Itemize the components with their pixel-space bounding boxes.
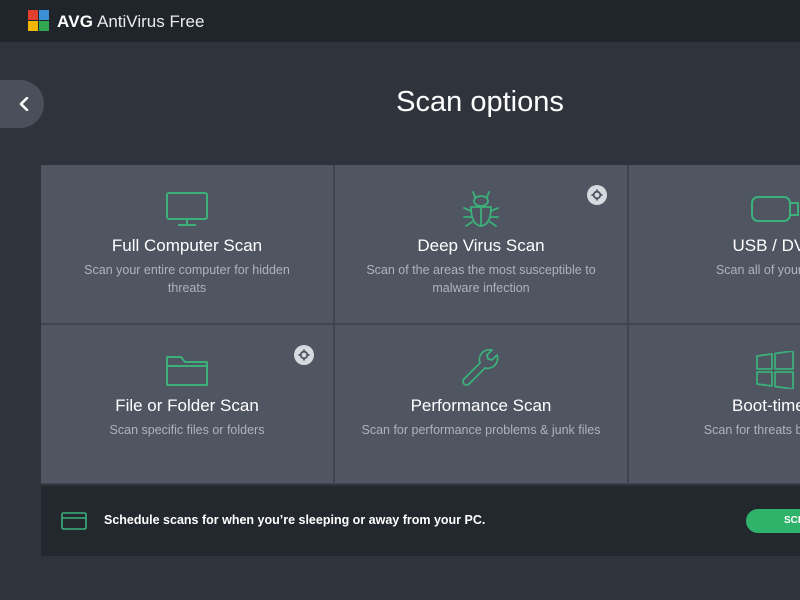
tile-description: Scan all of your remo [649, 261, 800, 279]
tile-description: Scan for threats before W [649, 421, 800, 439]
schedule-button[interactable]: SCH [746, 509, 800, 533]
brand-name: AVG [57, 12, 94, 31]
tile-description: Scan of the areas the most susceptible t… [355, 261, 607, 297]
tile-title: Boot-time s [732, 396, 800, 415]
app-title: AntiVirus Free [97, 12, 205, 31]
windows-icon [756, 351, 794, 389]
tile-title: Full Computer Scan [111, 236, 263, 255]
tile-description: Scan your entire computer for hidden thr… [61, 261, 313, 297]
wrench-icon [462, 349, 499, 386]
tile-description-line: Scan specific files or folders [109, 423, 265, 437]
tile-deep-virus-scan[interactable]: Deep Virus Scan Scan of the areas the mo… [335, 165, 627, 323]
tile-description-line: Scan your entire computer for hidden [84, 263, 290, 277]
tile-description-line: Scan for performance problems & junk fil… [361, 423, 601, 437]
tile-boot-time-scan[interactable]: Boot-time s Scan for threats before W [629, 325, 800, 483]
schedule-text: Schedule scans for when you’re sleeping … [104, 513, 486, 527]
usb-drive-icon [751, 196, 799, 222]
tile-description: Scan specific files or folders [61, 421, 313, 439]
tile-description-line: Scan of the areas the most susceptible t… [366, 263, 596, 277]
file-folder-scan-settings-button[interactable] [294, 345, 314, 365]
tile-title: Deep Virus Scan [417, 236, 545, 255]
gear-icon [591, 189, 603, 201]
bug-icon [463, 191, 499, 227]
app-window: AVG AntiVirus Free Scan options Full Com… [0, 0, 800, 600]
schedule-bar: Schedule scans for when you’re sleeping … [41, 486, 800, 556]
chevron-left-icon [19, 97, 29, 111]
tile-title: USB / DVD [732, 236, 800, 255]
avg-logo-icon [28, 10, 49, 31]
tile-description-line: Scan all of your remo [715, 263, 800, 277]
tile-title: File or Folder Scan [115, 396, 259, 415]
calendar-icon [61, 512, 87, 530]
tile-description: Scan for performance problems & junk fil… [355, 421, 607, 439]
scan-options-grid: Full Computer Scan Scan your entire comp… [41, 165, 800, 484]
tile-usb-dvd-scan[interactable]: USB / DVD Scan all of your remo [629, 165, 800, 323]
tile-title: Performance Scan [410, 396, 552, 415]
tile-description-line: Scan for threats before W [703, 423, 800, 437]
monitor-icon [166, 192, 208, 226]
title-bar: AVG AntiVirus Free [0, 0, 800, 42]
gear-icon [298, 349, 310, 361]
back-button[interactable] [0, 80, 44, 128]
tile-description-line: threats [167, 281, 207, 295]
tile-description-line: malware infection [432, 281, 530, 295]
page-title: Scan options [396, 86, 564, 118]
tile-file-folder-scan[interactable]: File or Folder Scan Scan specific files … [41, 325, 333, 483]
tile-full-computer-scan[interactable]: Full Computer Scan Scan your entire comp… [41, 165, 333, 323]
tile-performance-scan[interactable]: Performance Scan Scan for performance pr… [335, 325, 627, 483]
deep-scan-settings-button[interactable] [587, 185, 607, 205]
folder-icon [166, 356, 208, 386]
